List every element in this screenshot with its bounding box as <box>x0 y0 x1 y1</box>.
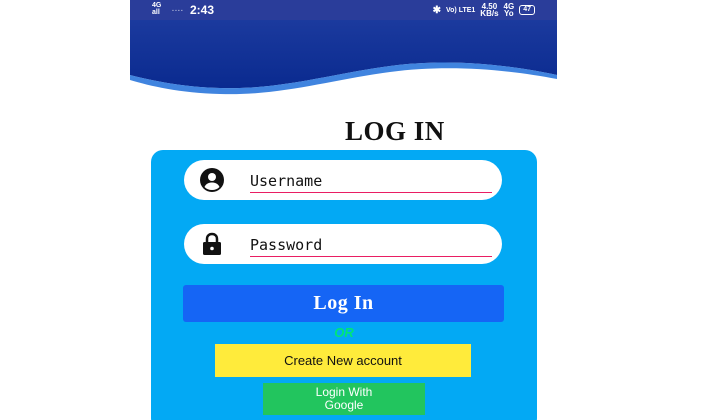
battery-indicator: 47 <box>519 5 535 15</box>
page-title: LOG IN <box>345 116 445 146</box>
status-bar: 4G all .... 2:43 ✱ Vo) LTE1 4.50 KB/s 4G… <box>130 0 557 20</box>
signal-dots: .... <box>172 6 184 13</box>
user-icon <box>200 168 224 192</box>
username-input[interactable]: Username <box>250 172 492 193</box>
network-speed: 4.50 KB/s <box>480 2 499 18</box>
volte-indicator: Vo) LTE1 <box>446 6 476 14</box>
status-icons-right: ✱ Vo) LTE1 4.50 KB/s 4G Yo 47 <box>432 2 535 18</box>
network-indicator-left: 4G all <box>152 2 162 16</box>
or-separator: OR <box>334 325 354 340</box>
password-input[interactable]: Password <box>250 236 492 257</box>
bluetooth-icon: ✱ <box>432 4 441 16</box>
network-indicator-right: 4G Yo <box>503 2 515 18</box>
lock-icon <box>203 232 221 255</box>
login-card: Username Password Log In OR Create New a… <box>151 150 537 420</box>
create-account-button[interactable]: Create New account <box>215 344 471 377</box>
login-button[interactable]: Log In <box>183 285 504 322</box>
google-login-button[interactable]: Login With Google <box>263 383 425 415</box>
google-login-label-line2: Google <box>324 398 364 412</box>
status-time: 2:43 <box>190 3 215 17</box>
phone-screen: 4G all .... 2:43 ✱ Vo) LTE1 4.50 KB/s 4G… <box>130 0 557 420</box>
header-wave <box>130 20 557 95</box>
username-field[interactable]: Username <box>184 160 502 200</box>
password-field[interactable]: Password <box>184 224 502 264</box>
